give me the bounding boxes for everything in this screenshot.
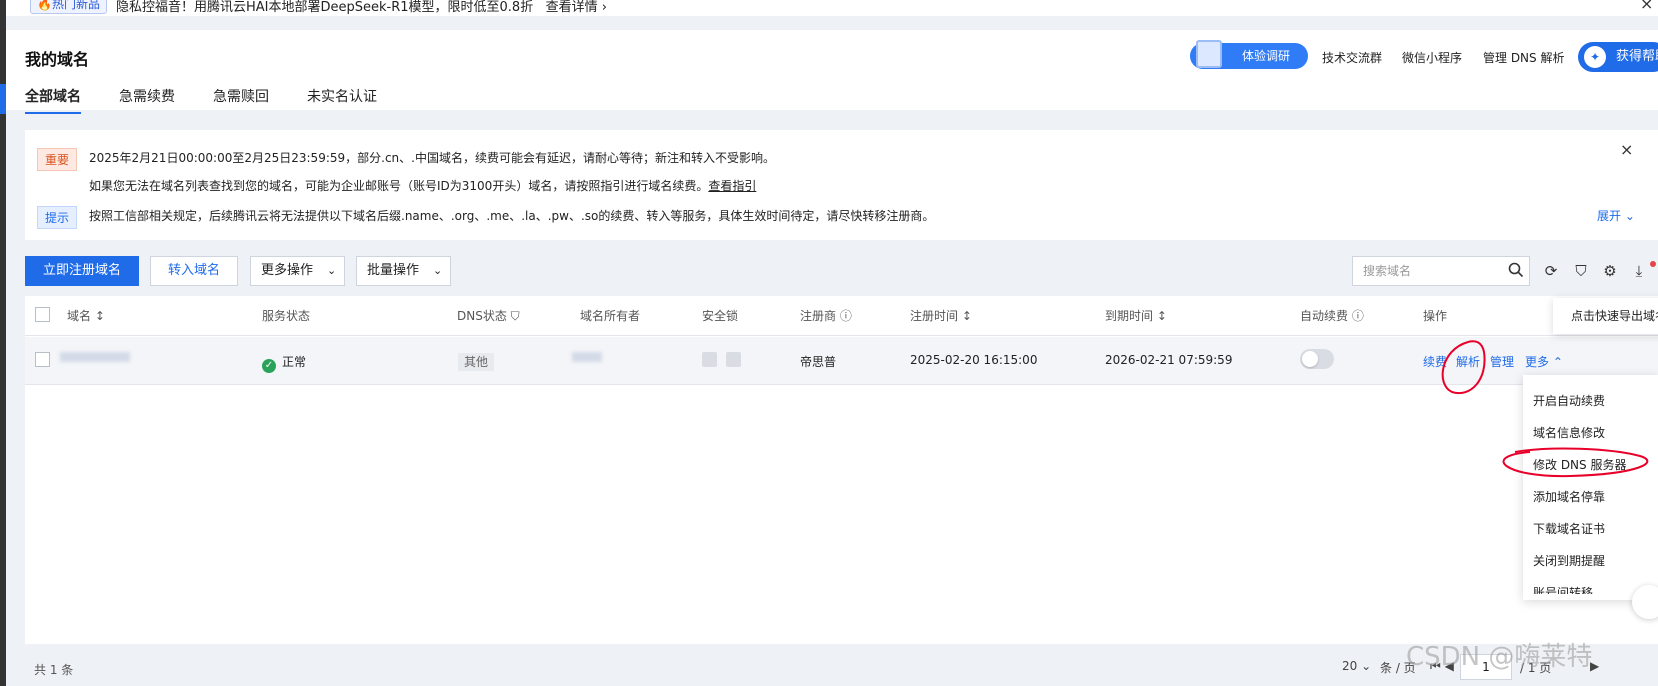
notice-line-2-text: 如果您无法在域名列表查找到您的域名，可能为企业邮账号（账号ID为3100开头）域… (89, 179, 709, 193)
col-owner: 域名所有者 (580, 309, 641, 323)
notice-line-3: 按照工信部相关规定，后续腾讯云将无法提供以下域名后缀.name、.org、.me… (89, 209, 935, 223)
search-icon[interactable] (1508, 262, 1524, 278)
chevron-down-icon: ⌄ (327, 264, 337, 277)
resolve-link[interactable]: 解析 (1456, 353, 1480, 370)
dns-status: 其他 (458, 353, 495, 371)
transfer-lock-icon[interactable] (726, 352, 741, 367)
service-status-text: 正常 (282, 355, 307, 369)
promo-message: 隐私控福音！用腾讯云HAI本地部署DeepSeek-R1模型，限时低至0.8折 (116, 0, 534, 15)
transfer-domain-button[interactable]: 转入域名 (150, 256, 238, 286)
menu-modify-dns-servers[interactable]: 修改 DNS 服务器 (1533, 456, 1626, 473)
col-auto-renew: 自动续费 ⓘ (1300, 309, 1364, 323)
more-ops-select[interactable]: 更多操作 ⌄ (250, 256, 345, 286)
watermark: CSDN @嗨莱特 (1406, 642, 1593, 672)
promo-link[interactable]: 查看详情 › (546, 0, 607, 15)
select-all-checkbox[interactable] (35, 307, 50, 322)
service-status: ✓ 正常 (262, 353, 306, 373)
refresh-icon[interactable]: ⟳ (1542, 262, 1560, 280)
menu-download-certificate[interactable]: 下载域名证书 (1533, 520, 1605, 537)
menu-account-transfer[interactable]: 账号间转移 (1533, 584, 1593, 594)
tab-all-domains[interactable]: 全部域名 (25, 86, 81, 114)
domain-name-blurred[interactable] (60, 352, 130, 362)
important-tag: 重要 (37, 148, 78, 171)
floating-action-button[interactable] (1632, 585, 1658, 619)
col-domain[interactable]: 域名 ↕ (67, 307, 105, 324)
export-tooltip: 点击快速导出域名 (1553, 298, 1658, 334)
toggle-knob (1302, 351, 1318, 367)
domain-search-input[interactable]: 搜索域名 (1352, 256, 1530, 286)
total-count: 共 1 条 (34, 663, 74, 677)
compass-icon: ✦ (1584, 46, 1606, 68)
filter-icon[interactable]: ⛉ (511, 309, 520, 323)
menu-add-domain-parking[interactable]: 添加域名停靠 (1533, 488, 1605, 505)
batch-ops-label: 批量操作 (367, 263, 420, 278)
guide-link[interactable]: 查看指引 (708, 179, 756, 193)
col-dns-status[interactable]: DNS状态 ⛉ (457, 307, 520, 324)
notification-dot (1650, 261, 1656, 267)
tech-group-link[interactable]: 技术交流群 (1322, 49, 1382, 66)
download-icon[interactable]: ⤓ (1630, 262, 1648, 280)
register-domain-button[interactable]: 立即注册域名 (25, 256, 139, 286)
col-security-lock: 安全锁 (702, 309, 739, 323)
col-dns-status-label: DNS状态 (457, 309, 507, 323)
page-size-select[interactable]: 20 ⌄ (1342, 659, 1371, 673)
tab-redeem-urgent[interactable]: 急需赎回 (213, 86, 269, 114)
col-exp-time[interactable]: 到期时间 ↕ (1105, 307, 1167, 324)
domain-tabs: 全部域名 急需续费 急需赎回 未实名认证 (25, 86, 415, 114)
notice-line-2: 如果您无法在域名列表查找到您的域名，可能为企业邮账号（账号ID为3100开头）域… (89, 177, 756, 194)
col-reg-time[interactable]: 注册时间 ↕ (910, 307, 972, 324)
dns-status-pill: 其他 (458, 353, 495, 371)
check-icon: ✓ (262, 359, 276, 373)
col-registrar: 注册商 ⓘ (800, 309, 852, 323)
mini-program-link[interactable]: 微信小程序 (1402, 49, 1462, 66)
registrar: 帝思普 (800, 355, 837, 369)
promo-text[interactable]: 隐私控福音！用腾讯云HAI本地部署DeepSeek-R1模型，限时低至0.8折 … (116, 0, 607, 15)
reg-time: 2025-02-20 16:15:00 (910, 353, 1038, 367)
page-title: 我的域名 (25, 50, 90, 69)
filter-icon[interactable]: ⛉ (1572, 262, 1590, 280)
exp-time: 2026-02-21 07:59:59 (1105, 353, 1233, 367)
col-service-status: 服务状态 (262, 309, 311, 323)
tab-unverified[interactable]: 未实名认证 (307, 86, 377, 114)
notice-line-1: 2025年2月21日00:00:00至2月25日23:59:59，部分.cn、.… (89, 151, 775, 165)
banner-close-icon[interactable]: × (1640, 0, 1653, 13)
tip-tag: 提示 (37, 206, 78, 229)
menu-enable-auto-renew[interactable]: 开启自动续费 (1533, 392, 1605, 409)
renew-link[interactable]: 续费 (1423, 353, 1447, 370)
row-checkbox[interactable] (35, 352, 50, 367)
document-icon (1196, 40, 1222, 68)
more-link[interactable]: 更多 ⌃ (1525, 353, 1563, 370)
promo-tag: 🔥热门新品 (30, 0, 107, 14)
owner-blurred (572, 352, 602, 362)
chevron-down-icon: ⌄ (433, 264, 443, 277)
more-ops-label: 更多操作 (261, 263, 314, 278)
menu-disable-expiry-reminder[interactable]: 关闭到期提醒 (1533, 552, 1605, 569)
col-actions: 操作 (1423, 309, 1448, 323)
manage-link[interactable]: 管理 (1490, 353, 1514, 370)
notice-close-icon[interactable]: × (1620, 140, 1633, 159)
manage-dns-link[interactable]: 管理 DNS 解析 (1483, 49, 1564, 66)
menu-edit-domain-info[interactable]: 域名信息修改 (1533, 424, 1605, 441)
expand-notice-button[interactable]: 展开 ⌄ (1597, 207, 1635, 224)
gear-icon[interactable]: ⚙ (1601, 262, 1619, 280)
lock-icon[interactable] (702, 352, 717, 367)
batch-ops-select[interactable]: 批量操作 ⌄ (356, 256, 451, 286)
tab-renew-urgent[interactable]: 急需续费 (119, 86, 175, 114)
